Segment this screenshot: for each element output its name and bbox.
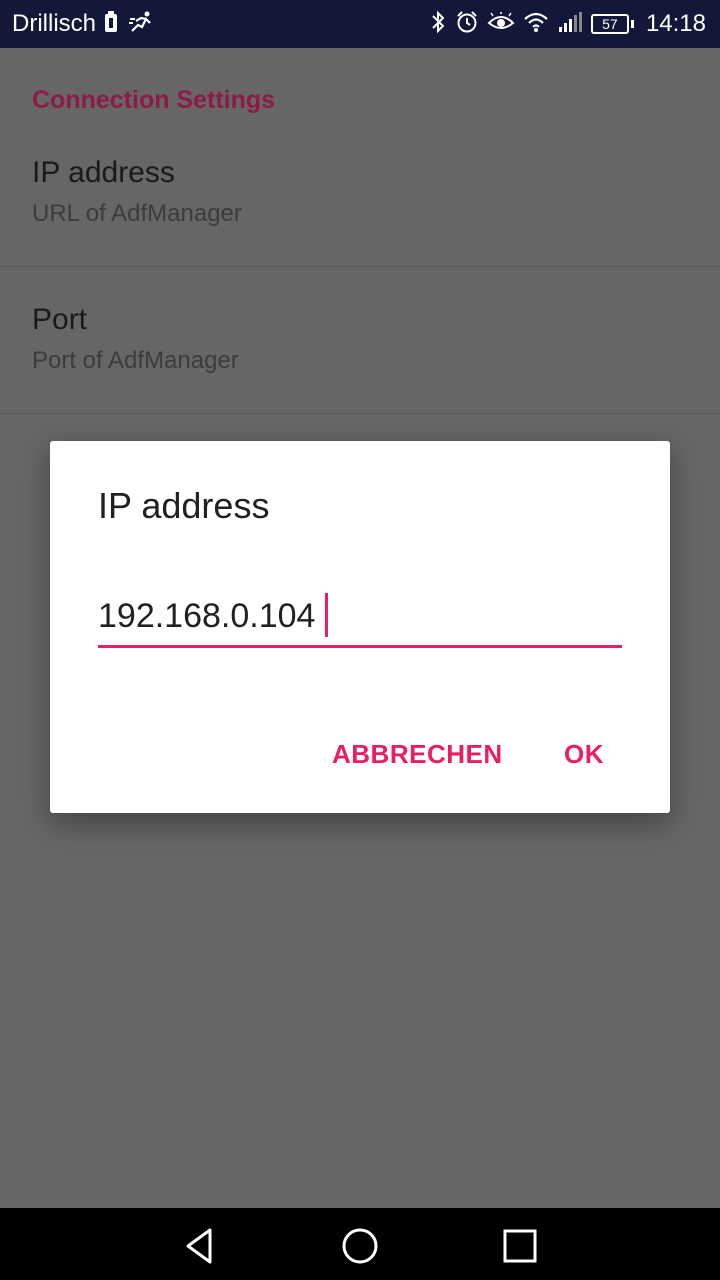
recents-icon[interactable] bbox=[500, 1226, 540, 1266]
battery-level: 57 bbox=[602, 16, 618, 32]
sim-icon bbox=[104, 10, 118, 38]
status-right-icons: 57 14:18 bbox=[429, 8, 706, 40]
ip-address-input[interactable] bbox=[98, 589, 622, 643]
text-cursor bbox=[325, 593, 328, 637]
home-icon[interactable] bbox=[340, 1226, 380, 1266]
pref-summary: URL of AdfManager bbox=[32, 200, 242, 227]
navigation-bar bbox=[0, 1208, 720, 1280]
divider bbox=[0, 266, 720, 267]
input-underline bbox=[98, 645, 622, 648]
pref-port[interactable]: Port Port of AdfManager bbox=[0, 303, 720, 449]
back-icon[interactable] bbox=[180, 1226, 220, 1266]
ip-address-dialog: IP address ABBRECHEN OK bbox=[50, 441, 670, 813]
activity-icon bbox=[128, 11, 154, 38]
section-title: Connection Settings bbox=[32, 86, 276, 114]
ip-address-field[interactable] bbox=[98, 589, 622, 648]
status-bar: Drillisch 57 14:18 bbox=[0, 0, 720, 48]
dialog-title: IP address bbox=[98, 485, 270, 526]
signal-icon bbox=[557, 11, 583, 38]
pref-summary: Port of AdfManager bbox=[32, 347, 239, 374]
ok-button[interactable]: OK bbox=[564, 739, 604, 770]
pref-ip-address[interactable]: IP address URL of AdfManager bbox=[0, 156, 720, 302]
battery-icon: 57 bbox=[590, 14, 629, 34]
eye-icon bbox=[487, 10, 515, 37]
cancel-button[interactable]: ABBRECHEN bbox=[332, 739, 503, 770]
battery-tip bbox=[630, 20, 634, 28]
bluetooth-icon bbox=[429, 10, 447, 39]
divider bbox=[0, 413, 720, 414]
carrier-name: Drillisch bbox=[12, 10, 96, 37]
pref-title: Port bbox=[32, 303, 88, 336]
alarm-icon bbox=[455, 10, 479, 39]
status-left-icons bbox=[104, 10, 154, 38]
clock: 14:18 bbox=[645, 10, 706, 37]
wifi-icon bbox=[523, 11, 549, 38]
pref-title: IP address bbox=[32, 156, 175, 189]
